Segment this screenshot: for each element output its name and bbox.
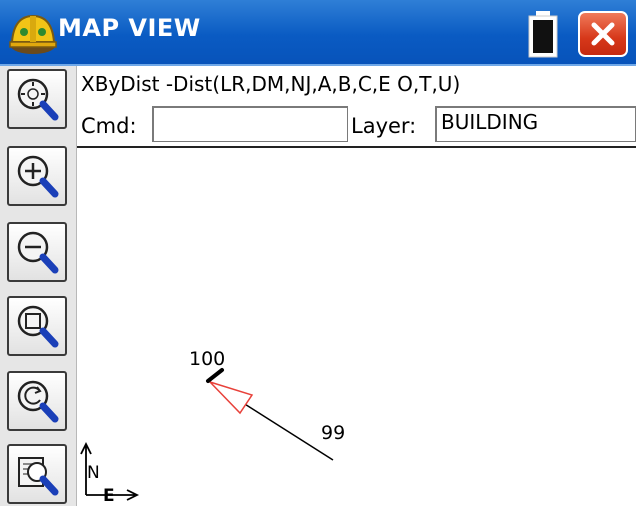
map-options-button[interactable] <box>7 444 67 504</box>
close-button[interactable] <box>578 11 628 57</box>
layer-label: Layer: <box>351 114 417 138</box>
point-label-100: 100 <box>189 348 225 370</box>
layer-field[interactable]: BUILDING <box>435 106 636 142</box>
close-icon <box>591 22 615 46</box>
cmd-label: Cmd: <box>81 114 137 138</box>
zoom-in-button[interactable] <box>7 146 67 206</box>
window-title: MAP VIEW <box>58 14 201 42</box>
zoom-previous-button[interactable] <box>7 371 67 431</box>
point-label-99: 99 <box>321 422 345 444</box>
battery-icon <box>528 11 558 58</box>
zoom-toolbar <box>0 66 77 506</box>
map-options-icon <box>18 457 59 496</box>
zoom-extents-button[interactable] <box>7 69 67 129</box>
zoom-out-icon <box>17 231 59 274</box>
north-label: N <box>87 463 100 483</box>
zoom-previous-icon <box>17 380 59 423</box>
layer-value: BUILDING <box>441 110 539 134</box>
direction-arrow <box>209 381 254 415</box>
zoom-in-icon <box>17 155 59 198</box>
command-panel: XByDist -Dist(LR,DM,NJ,A,B,C,E O,T,U) Cm… <box>77 66 636 148</box>
zoom-window-icon <box>17 305 59 348</box>
cmd-input[interactable] <box>152 106 348 142</box>
point-100-marker <box>206 368 224 383</box>
zoom-extents-icon <box>17 78 59 121</box>
map-canvas[interactable]: 100 99 N E <box>77 150 636 506</box>
zoom-window-button[interactable] <box>7 296 67 356</box>
north-east-indicator: N E <box>80 441 140 506</box>
zoom-out-button[interactable] <box>7 222 67 282</box>
east-label: E <box>103 486 115 506</box>
command-help-text: XByDist -Dist(LR,DM,NJ,A,B,C,E O,T,U) <box>81 72 461 96</box>
title-bar: MAP VIEW <box>0 0 636 66</box>
hardhat-icon <box>9 14 57 54</box>
